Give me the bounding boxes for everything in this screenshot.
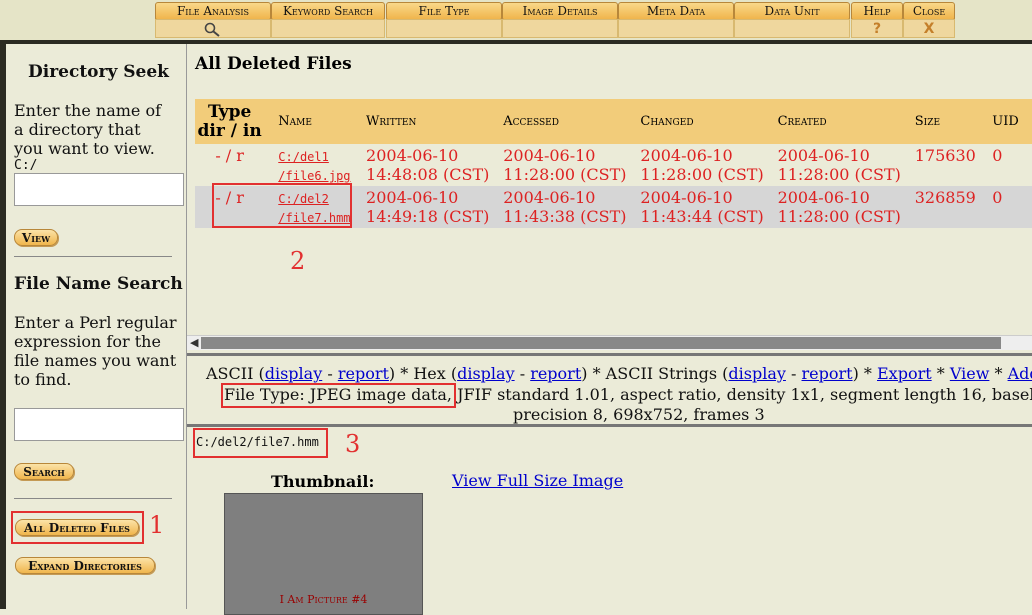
- help-icon[interactable]: ?: [851, 19, 903, 38]
- file-type-line-continued: precision 8, 698x752, frames 3: [513, 405, 765, 424]
- search-button[interactable]: Search: [14, 463, 74, 480]
- table-header-row: Type dir / in Name Written Accessed Chang…: [195, 99, 1032, 144]
- scrollbar-thumb[interactable]: [201, 337, 1001, 349]
- column-header-accessed: Accessed: [503, 99, 641, 144]
- left-edge: [0, 44, 6, 609]
- size-cell: 326859: [914, 186, 993, 228]
- file-name-search-title: File Name Search: [14, 274, 183, 294]
- view-button[interactable]: View: [14, 229, 58, 246]
- hex-display-link[interactable]: display: [457, 364, 515, 383]
- thumbnail-caption: I Am Picture #4: [279, 593, 368, 606]
- file-analysis-active-indicator: [155, 19, 271, 38]
- file-link[interactable]: C:/del1/file6.jpg: [278, 150, 350, 183]
- tab-meta-data[interactable]: Meta Data: [618, 2, 734, 20]
- column-header-size: Size: [914, 99, 993, 144]
- file-name-input[interactable]: [14, 408, 184, 441]
- directory-prefix: C:/: [14, 158, 38, 173]
- magnifier-icon: [204, 22, 220, 37]
- name-cell: C:/del1/file6.jpg: [264, 144, 359, 186]
- tab-image-details[interactable]: Image Details: [502, 2, 618, 20]
- annotation-box: [221, 383, 456, 408]
- tab-keyword-search[interactable]: Keyword Search: [271, 2, 385, 20]
- column-header-uid: UID: [992, 99, 1032, 144]
- add-note-link[interactable]: Add Note: [1008, 364, 1032, 383]
- annotation-number: 2: [290, 247, 306, 275]
- column-header-created: Created: [777, 99, 915, 144]
- scroll-left-icon[interactable]: ◀: [190, 336, 198, 349]
- top-menu-bar: File Analysis Keyword Search File Type I…: [0, 0, 1032, 44]
- column-header-written: Written: [358, 99, 504, 144]
- expand-directories-button[interactable]: Expand Directories: [15, 557, 155, 574]
- thumbnail-image: I Am Picture #4: [224, 493, 423, 615]
- view-link[interactable]: View: [950, 364, 990, 383]
- annotation-number: 1: [149, 511, 165, 539]
- annotation-box: [11, 511, 144, 544]
- written-cell: 2004-06-10 14:48:08 (CST): [358, 144, 504, 186]
- file-type-slot: [386, 19, 502, 38]
- hex-report-link[interactable]: report: [530, 364, 581, 383]
- changed-cell: 2004-06-10 11:28:00 (CST): [640, 144, 778, 186]
- ascii-report-link[interactable]: report: [338, 364, 389, 383]
- divider: [14, 256, 172, 257]
- directory-input[interactable]: [14, 173, 184, 206]
- changed-cell: 2004-06-10 11:43:44 (CST): [640, 186, 778, 228]
- created-cell: 2004-06-10 11:28:00 (CST): [777, 144, 915, 186]
- annotation-box: [212, 183, 352, 228]
- data-unit-slot: [734, 19, 850, 38]
- close-icon[interactable]: X: [903, 19, 955, 38]
- directory-seek-title: Directory Seek: [28, 62, 169, 82]
- uid-cell: 0: [992, 144, 1032, 186]
- divider: [14, 498, 172, 499]
- strings-display-link[interactable]: display: [728, 364, 786, 383]
- tab-file-analysis[interactable]: File Analysis: [155, 2, 271, 20]
- export-link[interactable]: Export: [877, 364, 932, 383]
- view-options-line: ASCII (display - report) * Hex (display …: [206, 364, 1032, 383]
- file-name-search-description: Enter a Perl regular expression for the …: [14, 313, 177, 389]
- annotation-box: [193, 428, 328, 458]
- created-cell: 2004-06-10 11:28:00 (CST): [777, 186, 915, 228]
- annotation-number: 3: [345, 430, 361, 458]
- type-cell: - / r: [195, 144, 265, 186]
- view-full-size-link[interactable]: View Full Size Image: [452, 471, 623, 490]
- thumbnail-label: Thumbnail:: [271, 472, 375, 491]
- keyword-search-slot: [271, 19, 385, 38]
- accessed-cell: 2004-06-10 11:43:38 (CST): [503, 186, 641, 228]
- meta-data-slot: [618, 19, 734, 38]
- directory-seek-description: Enter the name of a directory that you w…: [14, 101, 162, 158]
- column-header-type: Type dir / in: [195, 99, 265, 144]
- image-details-slot: [502, 19, 618, 38]
- written-cell: 2004-06-10 14:49:18 (CST): [358, 186, 504, 228]
- tab-file-type[interactable]: File Type: [386, 2, 502, 20]
- column-header-changed: Changed: [640, 99, 778, 144]
- accessed-cell: 2004-06-10 11:28:00 (CST): [503, 144, 641, 186]
- tab-close[interactable]: Close: [903, 2, 955, 20]
- column-header-name: Name: [264, 99, 359, 144]
- page-title: All Deleted Files: [195, 54, 352, 74]
- size-cell: 175630: [914, 144, 993, 186]
- horizontal-scrollbar[interactable]: ◀: [187, 335, 1032, 350]
- table-row[interactable]: - / r C:/del1/file6.jpg 2004-06-10 14:48:…: [195, 144, 1032, 186]
- uid-cell: 0: [992, 186, 1032, 228]
- tab-data-unit[interactable]: Data Unit: [734, 2, 850, 20]
- tab-help[interactable]: Help: [851, 2, 903, 20]
- strings-report-link[interactable]: report: [802, 364, 853, 383]
- ascii-display-link[interactable]: display: [265, 364, 323, 383]
